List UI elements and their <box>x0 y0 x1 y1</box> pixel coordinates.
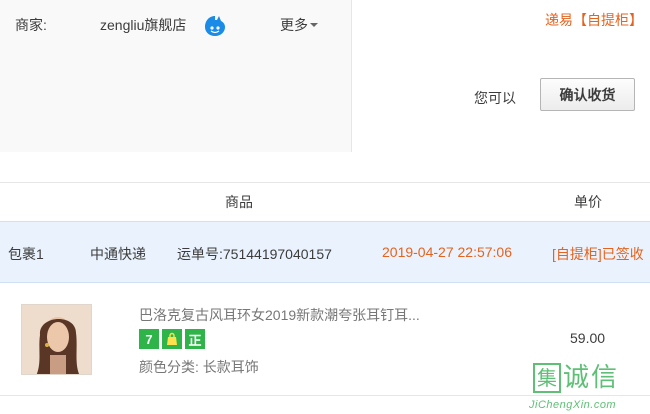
order-status-section: 递易【自提柜】 您可以 确认收货 <box>352 0 650 152</box>
shop-name-link[interactable]: zengliu旗舰店 <box>100 15 186 35</box>
shopping-bag-badge-icon[interactable] <box>162 329 182 349</box>
merchant-section: 商家: zengliu旗舰店 更多 <box>0 0 352 152</box>
package-number: 包裹1 <box>8 246 44 262</box>
watermark-char: 诚 <box>563 363 590 393</box>
caret-down-icon <box>310 23 318 27</box>
items-table-header: 商品 单价 <box>0 182 650 219</box>
product-thumbnail[interactable] <box>21 304 92 375</box>
delivery-notice: 递易【自提柜】 <box>545 12 643 28</box>
wangwang-chat-icon[interactable] <box>203 15 227 37</box>
package-tracking-number: 运单号:75144197040157 <box>177 246 332 262</box>
package-time: 2019-04-27 22:57:06 <box>382 244 512 260</box>
seven-day-return-badge[interactable]: 7 <box>139 329 159 349</box>
watermark-char: 信 <box>591 363 618 393</box>
confirm-receipt-button[interactable]: 确认收货 <box>540 78 635 111</box>
product-photo-icon <box>22 305 91 374</box>
authentic-guarantee-badge[interactable]: 正 <box>185 329 205 349</box>
merchant-label: 商家: <box>15 17 47 33</box>
package-status[interactable]: [自提柜]已签收 <box>552 244 644 264</box>
order-info-panel: 商家: zengliu旗舰店 更多 递易【自提柜】 您可以 确认收货 <box>0 0 650 152</box>
more-dropdown[interactable]: 更多 <box>280 15 318 35</box>
product-title-link[interactable]: 巴洛克复古风耳环女2019新款潮夸张耳钉耳... <box>139 305 420 325</box>
product-attribute: 颜色分类: 长款耳饰 <box>139 359 259 375</box>
service-badges: 7 正 <box>139 329 205 349</box>
more-label: 更多 <box>280 17 308 33</box>
package-row: 包裹1 中通快递 运单号:75144197040157 2019-04-27 2… <box>0 221 650 283</box>
column-header-goods: 商品 <box>225 194 253 210</box>
package-carrier: 中通快递 <box>90 246 146 262</box>
column-header-price: 单价 <box>574 194 602 210</box>
watermark-logo: 集 诚 信 <box>533 363 617 393</box>
you-can-label: 您可以 <box>474 90 516 106</box>
watermark-url: JiChengXin.com <box>529 399 617 411</box>
unit-price: 59.00 <box>570 330 606 346</box>
watermark-char: 集 <box>533 363 561 393</box>
watermark: 集 诚 信 JiChengXin.com <box>529 363 650 414</box>
